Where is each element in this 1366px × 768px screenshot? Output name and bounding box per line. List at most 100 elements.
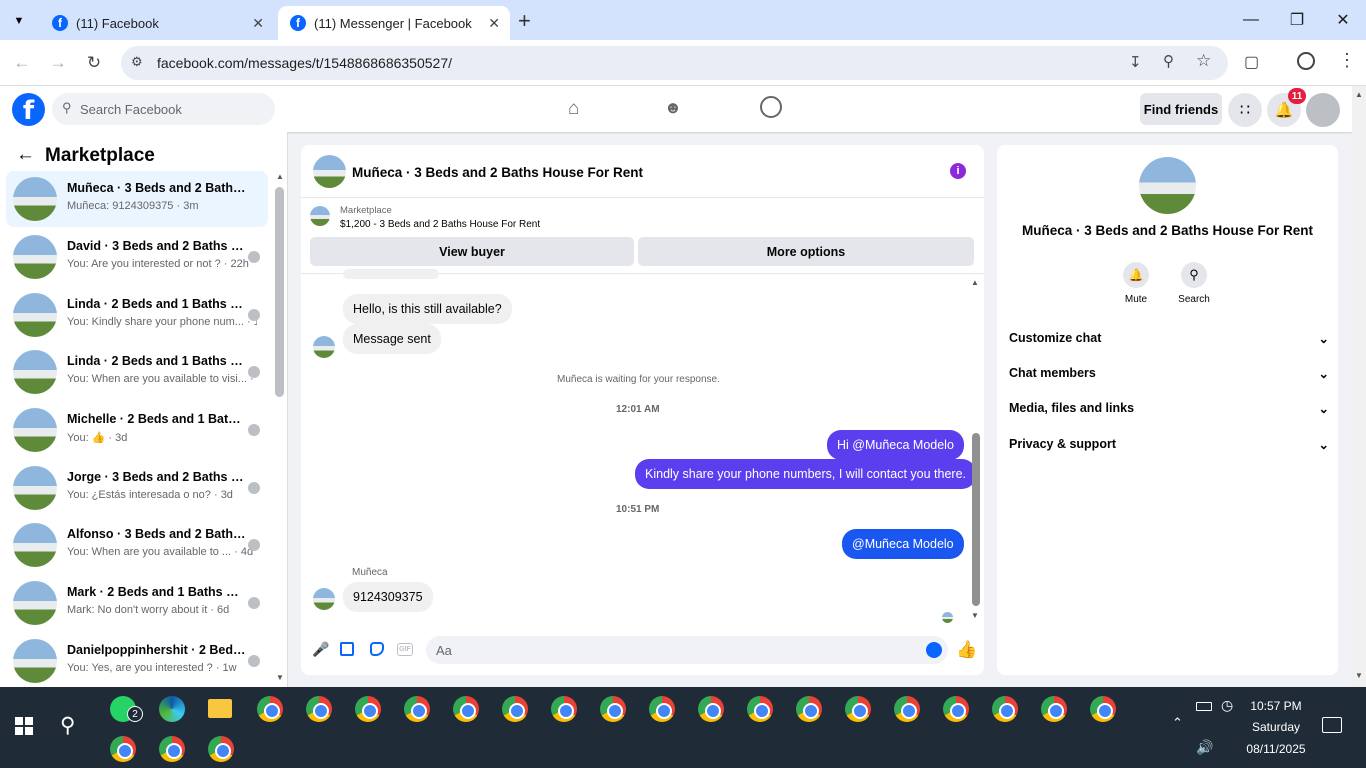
chrome-taskbar-icon[interactable] <box>208 736 234 762</box>
conversation-item[interactable]: Jorge · 3 Beds and 2 Baths H... You: ¿Est… <box>6 460 268 516</box>
clock-day[interactable]: Saturday <box>1236 720 1316 734</box>
customize-chat-section[interactable]: Customize chat ⌄ <box>1009 324 1329 352</box>
chrome-taskbar-icon[interactable] <box>747 696 773 722</box>
friends-icon[interactable]: ☻ <box>664 98 682 118</box>
chrome-taskbar-icon[interactable] <box>551 696 577 722</box>
scroll-down-icon[interactable]: ▼ <box>971 611 979 620</box>
outgoing-message[interactable]: Hi @Muñeca Modelo <box>827 430 964 460</box>
listing-photo[interactable] <box>1139 157 1196 214</box>
chat-scrollbar[interactable] <box>972 433 980 606</box>
reload-button[interactable]: ↻ <box>80 49 108 77</box>
contact-avatar[interactable] <box>313 588 335 610</box>
chrome-taskbar-icon[interactable] <box>306 696 332 722</box>
chrome-taskbar-icon[interactable] <box>943 696 969 722</box>
conversation-item[interactable]: Linda · 2 Beds and 1 Baths Hous... You: W… <box>6 344 268 400</box>
windows-start-icon[interactable] <box>15 717 33 735</box>
conversation-item[interactable]: Michelle · 2 Beds and 1 Baths H... You: 👍… <box>6 402 268 458</box>
chat-members-section[interactable]: Chat members ⌄ <box>1009 359 1329 387</box>
groups-icon[interactable] <box>760 96 782 118</box>
search-button[interactable]: ⚲ <box>1181 262 1207 288</box>
chrome-taskbar-icon[interactable] <box>992 696 1018 722</box>
tab-messenger[interactable]: f (11) Messenger | Facebook ✕ <box>278 6 510 40</box>
more-options-button[interactable]: More options <box>638 237 974 266</box>
mute-button[interactable]: 🔔 <box>1123 262 1149 288</box>
scroll-up-icon[interactable]: ▲ <box>1355 90 1363 99</box>
install-app-icon[interactable]: ↧ <box>1129 53 1142 71</box>
conversation-item[interactable]: Danielpoppinhershit · 2 Beds ... You: Yes… <box>6 633 268 687</box>
clock-time[interactable]: 10:57 PM <box>1236 699 1316 713</box>
incoming-message[interactable]: Message sent <box>343 324 441 354</box>
scroll-up-icon[interactable]: ▲ <box>971 278 979 287</box>
address-bar[interactable]: ⚙ facebook.com/messages/t/15488686863505… <box>121 46 1228 80</box>
file-explorer-icon[interactable] <box>208 699 232 718</box>
chrome-menu-icon[interactable]: ⋮ <box>1338 50 1356 71</box>
home-icon[interactable]: ⌂ <box>568 98 579 120</box>
scroll-down-icon[interactable]: ▼ <box>1355 671 1363 680</box>
edge-icon[interactable] <box>159 696 185 722</box>
back-arrow-icon[interactable]: ← <box>16 144 35 166</box>
incoming-message[interactable]: 9124309375 <box>343 582 433 612</box>
incoming-message[interactable]: Hello, is this still available? <box>343 294 512 324</box>
back-button[interactable]: ← <box>8 49 36 77</box>
chat-title[interactable]: Muñeca · 3 Beds and 2 Baths House For Re… <box>352 165 643 180</box>
wifi-icon[interactable]: ◷ <box>1221 697 1233 714</box>
chrome-taskbar-icon[interactable] <box>845 696 871 722</box>
new-tab-button[interactable]: + <box>518 8 531 34</box>
privacy-support-section[interactable]: Privacy & support ⌄ <box>1009 430 1329 458</box>
page-scrollbar[interactable]: ▲ ▼ <box>1352 86 1366 687</box>
like-icon[interactable]: 👍 <box>956 640 977 660</box>
photo-icon[interactable] <box>340 642 354 656</box>
media-files-section[interactable]: Media, files and links ⌄ <box>1009 394 1329 422</box>
tab-facebook[interactable]: f (11) Facebook ✕ <box>40 6 274 40</box>
chrome-taskbar-icon[interactable] <box>159 736 185 762</box>
chat-header-thumbnail[interactable] <box>313 155 346 188</box>
volume-icon[interactable]: 🔊 <box>1196 739 1213 756</box>
minimize-button[interactable]: — <box>1228 0 1274 40</box>
scroll-down-icon[interactable]: ▼ <box>276 673 284 682</box>
info-icon[interactable]: i <box>950 163 966 179</box>
tab-search-button[interactable]: ▼ <box>8 10 30 32</box>
notification-center-icon[interactable] <box>1322 717 1342 733</box>
conversation-item[interactable]: Alfonso · 3 Beds and 2 Baths ... You: Whe… <box>6 517 268 573</box>
emoji-icon[interactable] <box>926 642 942 658</box>
search-input[interactable]: ⚲ Search Facebook <box>52 93 275 125</box>
chrome-taskbar-icon[interactable] <box>600 696 626 722</box>
chrome-taskbar-icon[interactable] <box>110 736 136 762</box>
clock-date[interactable]: 08/11/2025 <box>1236 742 1316 756</box>
sticker-icon[interactable] <box>370 642 384 656</box>
close-window-button[interactable]: ✕ <box>1320 0 1366 40</box>
extensions-icon[interactable]: ▢ <box>1244 52 1259 72</box>
outgoing-message[interactable]: @Muñeca Modelo <box>842 529 964 559</box>
facebook-logo-icon[interactable]: f <box>12 93 45 126</box>
conversation-item[interactable]: Mark · 2 Beds and 1 Baths Hous... Mark: N… <box>6 575 268 631</box>
contact-avatar[interactable] <box>313 336 335 358</box>
account-avatar[interactable] <box>1306 93 1340 127</box>
chrome-taskbar-icon[interactable] <box>355 696 381 722</box>
close-tab-icon[interactable]: ✕ <box>252 15 264 32</box>
chrome-taskbar-icon[interactable] <box>1090 696 1116 722</box>
chrome-taskbar-icon[interactable] <box>894 696 920 722</box>
find-friends-button[interactable]: Find friends <box>1140 93 1222 125</box>
conversation-item[interactable]: Linda · 2 Beds and 1 Baths Hous... You: K… <box>6 287 268 343</box>
close-tab-icon[interactable]: ✕ <box>488 15 500 32</box>
forward-button[interactable]: → <box>44 49 72 77</box>
chrome-taskbar-icon[interactable] <box>796 696 822 722</box>
chrome-taskbar-icon[interactable] <box>257 696 283 722</box>
microphone-icon[interactable]: 🎤 <box>312 641 329 658</box>
chrome-taskbar-icon[interactable] <box>1041 696 1067 722</box>
profile-icon[interactable] <box>1297 52 1315 70</box>
bookmark-star-icon[interactable]: ☆ <box>1196 51 1211 71</box>
scroll-up-icon[interactable]: ▲ <box>276 172 284 181</box>
chrome-taskbar-icon[interactable] <box>698 696 724 722</box>
show-hidden-icons[interactable]: ⌃ <box>1172 715 1183 731</box>
chrome-taskbar-icon[interactable] <box>502 696 528 722</box>
message-input[interactable]: Aa <box>426 636 948 664</box>
battery-icon[interactable] <box>1196 702 1212 711</box>
gif-icon[interactable]: GIF <box>397 643 413 656</box>
conversation-item[interactable]: David · 3 Beds and 2 Baths H... You: Are … <box>6 229 268 285</box>
menu-grid-button[interactable]: ∷ <box>1228 93 1262 127</box>
chrome-taskbar-icon[interactable] <box>649 696 675 722</box>
conversation-item[interactable]: Muñeca · 3 Beds and 2 Baths H... Muñeca: … <box>6 171 268 227</box>
sidebar-scrollbar[interactable] <box>275 187 284 397</box>
chrome-taskbar-icon[interactable] <box>404 696 430 722</box>
